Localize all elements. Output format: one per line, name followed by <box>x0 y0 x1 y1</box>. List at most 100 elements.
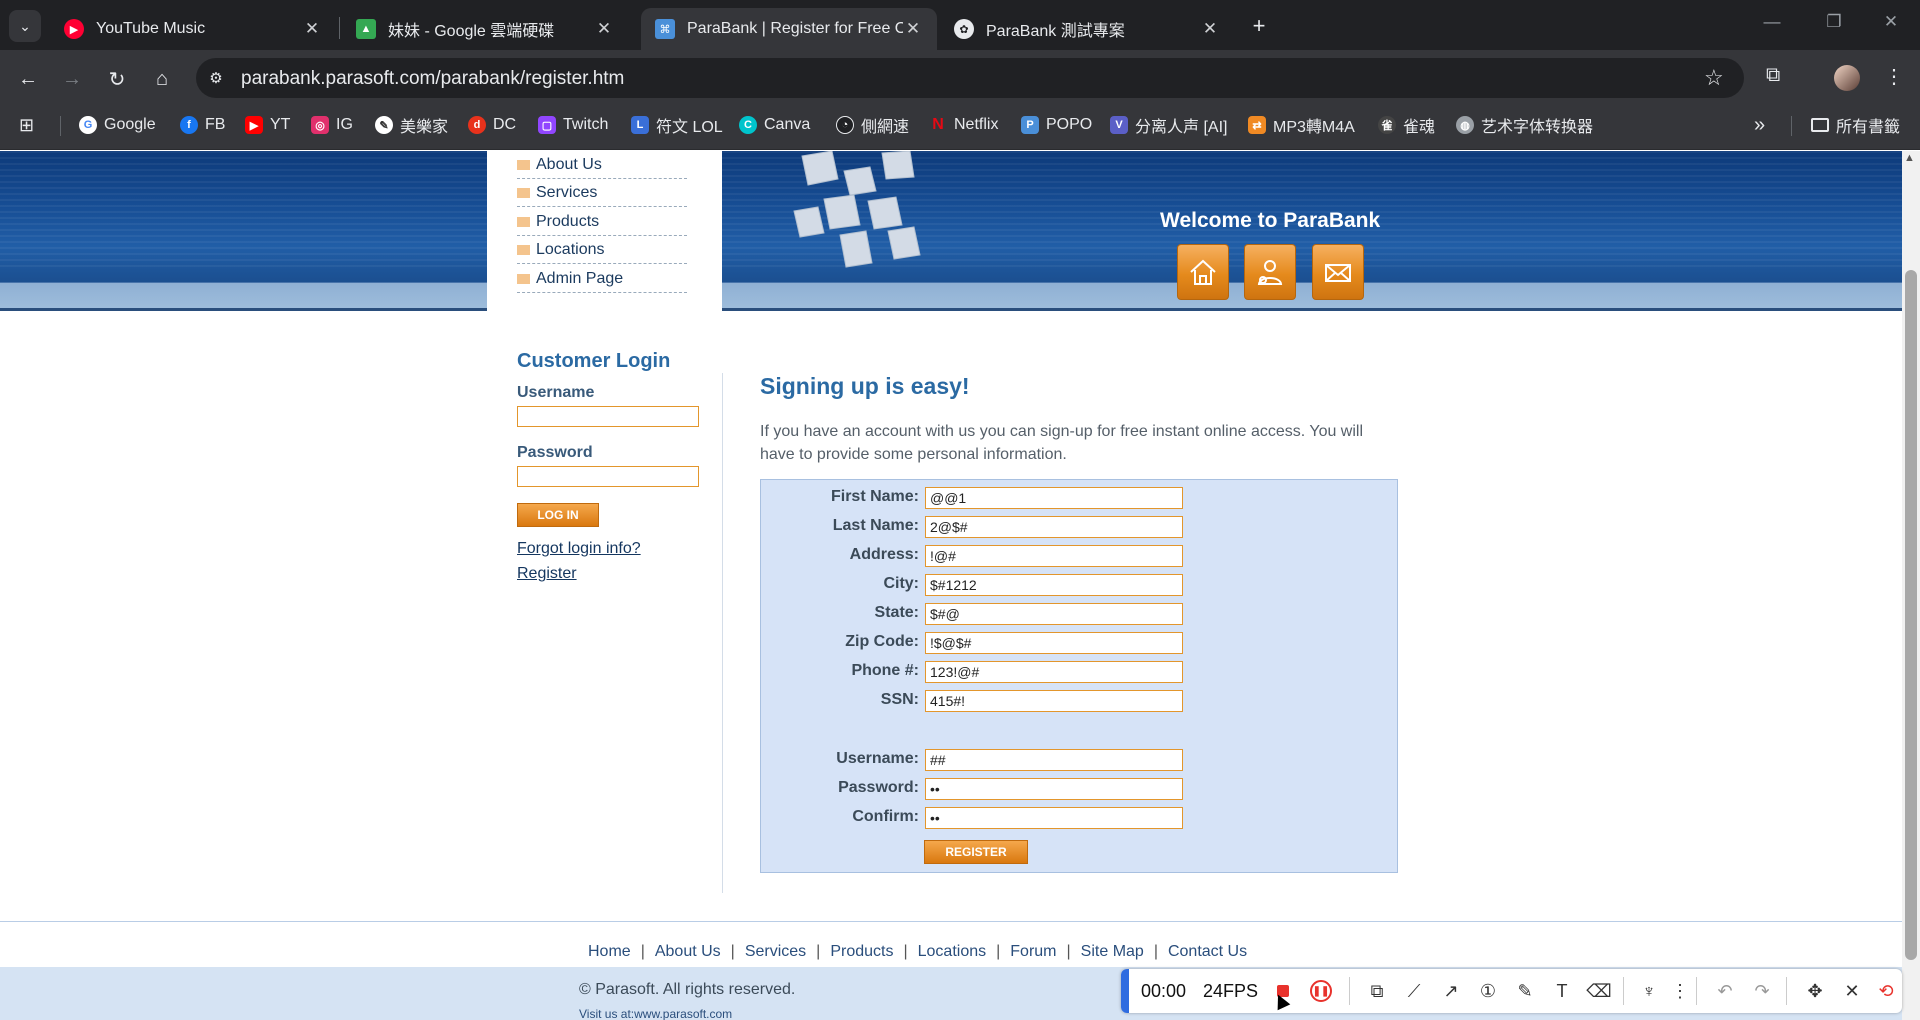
polyline-icon[interactable]: ⟋ <box>1402 980 1426 1002</box>
zip-code-input[interactable]: !$@$# <box>925 632 1183 654</box>
parabank-header <box>0 151 1902 311</box>
close-recorder-icon[interactable]: ✕ <box>1840 980 1864 1002</box>
scroll-up-arrow-icon[interactable]: ▲ <box>1904 152 1915 164</box>
login-button[interactable]: LOG IN <box>517 503 599 527</box>
extensions-icon[interactable]: ⧉ <box>1766 64 1780 87</box>
reload-icon[interactable]: ↻ <box>102 64 132 94</box>
address-input[interactable]: !@# <box>925 545 1183 567</box>
bookmark-star-icon[interactable]: ☆ <box>1704 65 1724 91</box>
bookmark-google[interactable]: G Google <box>79 114 156 136</box>
visit-link[interactable]: Visit us at:www.parasoft.com <box>579 1007 732 1020</box>
bookmark-speedtest[interactable]: ◔ 側網速 <box>836 114 909 136</box>
counter-icon[interactable]: ① <box>1476 980 1500 1002</box>
bookmark-twitch[interactable]: ▢ Twitch <box>538 114 608 136</box>
first-name-input[interactable]: @@1 <box>925 487 1183 509</box>
bookmark-mahjong-soul[interactable]: 雀雀魂 <box>1378 114 1435 136</box>
ssn-input[interactable]: 415#! <box>925 690 1183 712</box>
site-info-icon[interactable]: ⚙ <box>204 66 228 90</box>
pause-recording-icon[interactable]: ❚❚ <box>1310 980 1332 1002</box>
screen-recorder-toolbar: 00:00 24FPS ❚❚ ⧉ ⟋ ↗ ① ✎ T ⌫ ♆ ⋮ ↶ ↷ ✥ ✕… <box>1121 969 1902 1013</box>
last-name-input[interactable]: 2@$# <box>925 516 1183 538</box>
footer-link-locations[interactable]: Locations <box>913 943 992 961</box>
scrollbar-thumb[interactable] <box>1905 270 1917 960</box>
contact-icon[interactable] <box>1244 244 1296 300</box>
state-label: State: <box>874 604 919 621</box>
state-input[interactable]: $#@ <box>925 603 1183 625</box>
menu-item-admin-page[interactable]: Admin Page <box>517 265 687 293</box>
footer-link-site-map[interactable]: Site Map <box>1076 943 1149 961</box>
bookmark-melaleuca[interactable]: ✎ 美樂家 <box>375 114 448 136</box>
footer-link-home[interactable]: Home <box>583 943 636 961</box>
text-icon[interactable]: T <box>1550 980 1574 1002</box>
footer-link-products[interactable]: Products <box>825 943 898 961</box>
bookmark-mp3-m4a[interactable]: ⇄ MP3轉M4A <box>1248 114 1355 136</box>
close-icon[interactable]: ✕ <box>302 19 322 39</box>
city-input[interactable]: $#1212 <box>925 574 1183 596</box>
more-options-icon[interactable]: ⋮ <box>1668 980 1692 1002</box>
tab-title: 妹妹 - Google 雲端硬碟 <box>388 23 555 40</box>
login-username-input[interactable] <box>517 406 699 427</box>
tab-search-icon[interactable]: ⌄ <box>9 10 41 42</box>
menu-item-products[interactable]: Products <box>517 208 687 236</box>
menu-item-locations[interactable]: Locations <box>517 236 687 264</box>
menu-item-services[interactable]: Services <box>517 179 687 207</box>
apps-grid-icon[interactable]: ⊞ <box>19 114 34 136</box>
bookmark-yt[interactable]: ▶ YT <box>245 114 290 136</box>
undo-icon[interactable]: ↶ <box>1713 980 1737 1002</box>
phone-input[interactable]: 123!@# <box>925 661 1183 683</box>
tab-parabank-register[interactable]: ⌘ ParaBank | Register for Free Onl ✕ <box>641 8 937 50</box>
redo-icon[interactable]: ↷ <box>1750 980 1774 1002</box>
highlighter-icon[interactable]: ♆ <box>1637 980 1661 1002</box>
close-icon[interactable]: ✕ <box>903 19 923 39</box>
tab-google-drive[interactable]: ▲ 妹妹 - Google 雲端硬碟 ✕ <box>342 8 628 50</box>
register-username-input[interactable]: ## <box>925 749 1183 771</box>
menu-item-about-us[interactable]: About Us <box>517 151 687 179</box>
bookmark-dc[interactable]: d DC <box>468 114 516 136</box>
register-link[interactable]: Register <box>517 565 577 583</box>
menu-label: Services <box>536 183 598 201</box>
new-tab-button[interactable]: + <box>1245 12 1273 40</box>
bookmark-popo[interactable]: P POPO <box>1021 114 1092 136</box>
home-icon[interactable]: ⌂ <box>147 64 177 94</box>
tab-youtube-music[interactable]: ▶ YouTube Music ✕ <box>50 8 336 50</box>
bookmark-ig[interactable]: ◎ IG <box>311 114 353 136</box>
bookmark-font-converter[interactable]: ◍ 艺术字体转换器 <box>1456 114 1593 136</box>
register-button[interactable]: REGISTER <box>924 840 1028 864</box>
pen-icon[interactable]: ✎ <box>1513 980 1537 1002</box>
menu-kebab-icon[interactable]: ⋮ <box>1884 64 1904 89</box>
restore-icon[interactable]: ❐ <box>1819 12 1849 32</box>
forward-icon[interactable]: → <box>57 64 87 94</box>
globe-icon: ◍ <box>1456 116 1474 134</box>
shapes-icon[interactable]: ⧉ <box>1365 980 1389 1002</box>
minimize-icon[interactable]: — <box>1757 12 1787 32</box>
url-text[interactable]: parabank.parasoft.com/parabank/register.… <box>241 68 624 90</box>
close-window-icon[interactable]: ✕ <box>1876 12 1906 32</box>
bookmark-netflix[interactable]: N Netflix <box>929 114 998 136</box>
forgot-login-link[interactable]: Forgot login info? <box>517 540 641 558</box>
close-icon[interactable]: ✕ <box>594 19 614 39</box>
bookmark-lol[interactable]: L 符文 LOL <box>631 114 723 136</box>
footer-link-services[interactable]: Services <box>740 943 811 961</box>
eraser-icon[interactable]: ⌫ <box>1586 980 1611 1002</box>
profile-avatar[interactable] <box>1834 65 1860 91</box>
login-password-input[interactable] <box>517 466 699 487</box>
close-icon[interactable]: ✕ <box>1200 19 1220 39</box>
footer-link-forum[interactable]: Forum <box>1005 943 1061 961</box>
bookmark-canva[interactable]: C Canva <box>739 114 810 136</box>
register-password-input[interactable]: •• <box>925 778 1183 800</box>
restart-recording-icon[interactable]: ⟲ <box>1874 980 1898 1002</box>
arrow-icon[interactable]: ↗ <box>1439 980 1463 1002</box>
bookmark-vocal-remover[interactable]: V 分离人声 [AI] <box>1110 114 1227 136</box>
home-icon[interactable] <box>1177 244 1229 300</box>
footer-link-contact-us[interactable]: Contact Us <box>1163 943 1252 961</box>
back-icon[interactable]: ← <box>13 64 43 94</box>
footer-link-about-us[interactable]: About Us <box>650 943 726 961</box>
tab-parabank-project[interactable]: ✿ ParaBank 測試專案 ✕ <box>940 8 1234 50</box>
bullet-icon <box>517 244 530 255</box>
bookmarks-overflow-icon[interactable]: » <box>1754 114 1765 137</box>
all-bookmarks[interactable]: 所有書籤 <box>1811 114 1900 136</box>
move-icon[interactable]: ✥ <box>1803 980 1827 1002</box>
email-icon[interactable] <box>1312 244 1364 300</box>
confirm-password-input[interactable]: •• <box>925 807 1183 829</box>
bookmark-fb[interactable]: f FB <box>180 114 225 136</box>
